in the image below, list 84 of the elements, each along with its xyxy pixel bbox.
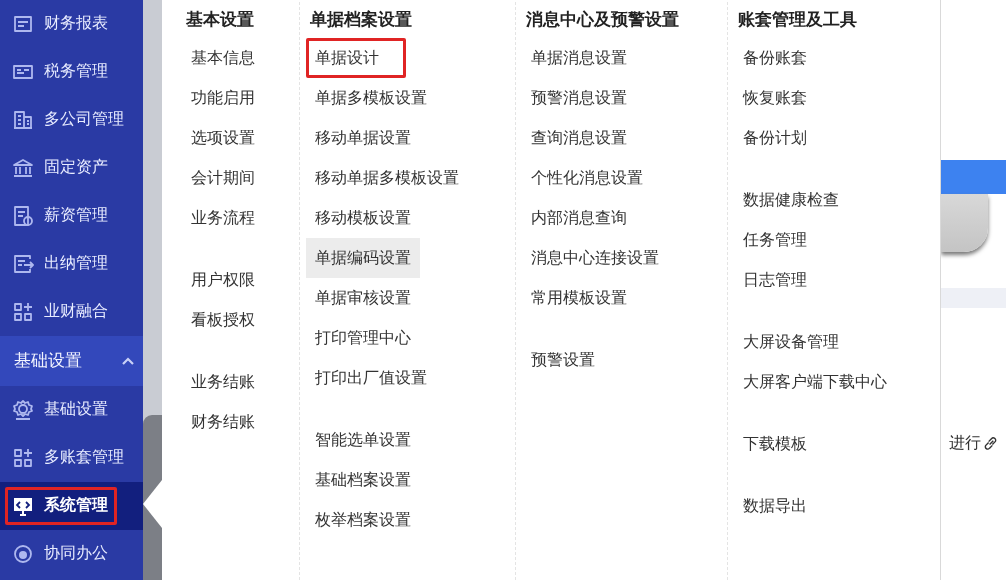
menu-link[interactable]: 用户权限 <box>182 260 264 300</box>
sidebar-label: 多账套管理 <box>44 447 124 469</box>
dialog-header <box>941 160 1006 194</box>
menu-link[interactable]: 枚举档案设置 <box>306 500 420 540</box>
sidebar-item[interactable]: 基础设置 <box>0 386 143 434</box>
menu-link[interactable]: 备份计划 <box>734 118 816 158</box>
dialog-panel <box>941 194 988 252</box>
menu-link[interactable]: 备份账套 <box>734 38 816 78</box>
page-text: 进行 <box>949 432 981 454</box>
column-heading: 基本设置 <box>185 8 255 32</box>
popover-pointer <box>143 480 162 528</box>
menu-link[interactable]: 功能启用 <box>182 78 264 118</box>
chevron-icon[interactable] <box>121 356 135 366</box>
sidebar-item[interactable]: 多账套管理 <box>0 434 143 482</box>
chat-icon <box>12 543 34 565</box>
section-label: 基础设置 <box>14 349 82 373</box>
menu-link[interactable]: 查询消息设置 <box>522 118 636 158</box>
sidebar-section[interactable]: 基础设置 <box>0 336 143 386</box>
monitor-icon <box>12 495 34 517</box>
sidebar-label: 协同办公 <box>44 543 108 565</box>
menu-link[interactable]: 数据健康检查 <box>734 180 848 220</box>
menu-link[interactable]: 基础档案设置 <box>306 460 420 500</box>
grid-plus-icon <box>12 301 34 323</box>
menu-link[interactable]: 基本信息 <box>182 38 264 78</box>
menu-link[interactable]: 数据导出 <box>734 486 816 526</box>
menu-link[interactable]: 打印管理中心 <box>306 318 420 358</box>
menu-link[interactable]: 单据编码设置 <box>306 238 420 278</box>
sidebar-label: 出纳管理 <box>44 253 108 275</box>
sidebar-item[interactable]: 出纳管理 <box>0 240 143 288</box>
menu-link[interactable]: 内部消息查询 <box>522 198 636 238</box>
light-band <box>941 288 1006 308</box>
menu-link[interactable]: 智能选单设置 <box>306 420 420 460</box>
menu-link[interactable]: 会计期间 <box>182 158 264 198</box>
sidebar-label: 薪资管理 <box>44 205 108 227</box>
menu-link[interactable]: 单据设计 <box>306 38 406 78</box>
menu-link[interactable]: 任务管理 <box>734 220 816 260</box>
menu-link[interactable]: 大屏客户端下载中心 <box>734 362 896 402</box>
sidebar-label: 固定资产 <box>44 157 108 179</box>
menu-link[interactable]: 下载模板 <box>734 424 816 464</box>
menu-link[interactable]: 业务结账 <box>182 362 264 402</box>
sidebar-label: 系统管理 <box>44 495 108 517</box>
menu-link[interactable]: 单据审核设置 <box>306 278 420 318</box>
menu-link[interactable]: 个性化消息设置 <box>522 158 652 198</box>
sidebar-label: 业财融合 <box>44 301 108 323</box>
column-heading: 消息中心及预警设置 <box>525 8 680 32</box>
menu-link[interactable]: 选项设置 <box>182 118 264 158</box>
link-icon[interactable] <box>983 435 998 451</box>
column-heading: 单据档案设置 <box>309 8 413 32</box>
menu-link[interactable]: 消息中心连接设置 <box>522 238 668 278</box>
sidebar-item[interactable]: 业财融合 <box>0 288 143 336</box>
sidebar-label: 税务管理 <box>44 61 108 83</box>
menu-link[interactable]: 财务结账 <box>182 402 264 442</box>
sidebar-item[interactable]: 系统管理 <box>0 482 143 530</box>
menu-link[interactable]: 常用模板设置 <box>522 278 636 318</box>
sidebar-label: 财务报表 <box>44 13 108 35</box>
sidebar-item[interactable]: 固定资产 <box>0 144 143 192</box>
grid-plus-icon <box>12 447 34 469</box>
export-icon <box>12 253 34 275</box>
menu-link[interactable]: 打印出厂值设置 <box>306 358 436 398</box>
sidebar-label: 多公司管理 <box>44 109 124 131</box>
menu-link[interactable]: 单据多模板设置 <box>306 78 436 118</box>
menu-link[interactable]: 移动模板设置 <box>306 198 420 238</box>
payroll-icon <box>12 205 34 227</box>
menu-link[interactable]: 恢复账套 <box>734 78 816 118</box>
menu-link[interactable]: 看板授权 <box>182 300 264 340</box>
report-icon <box>12 13 34 35</box>
menu-link[interactable]: 日志管理 <box>734 260 816 300</box>
menu-link[interactable]: 移动单据设置 <box>306 118 420 158</box>
menu-link[interactable]: 移动单据多模板设置 <box>306 158 468 198</box>
bank-icon <box>12 157 34 179</box>
building-icon <box>12 109 34 131</box>
sidebar-item[interactable]: 薪资管理 <box>0 192 143 240</box>
gear-icon <box>12 399 34 421</box>
column-heading: 账套管理及工具 <box>737 8 858 32</box>
menu-link[interactable]: 预警消息设置 <box>522 78 636 118</box>
sidebar-item[interactable]: 税务管理 <box>0 48 143 96</box>
sidebar-item[interactable]: 财务报表 <box>0 0 143 48</box>
menu-link[interactable]: 单据消息设置 <box>522 38 636 78</box>
menu-link[interactable]: 大屏设备管理 <box>734 322 848 362</box>
menu-link[interactable]: 预警设置 <box>522 340 604 380</box>
sidebar-label: 基础设置 <box>44 399 108 421</box>
menu-link[interactable]: 业务流程 <box>182 198 264 238</box>
sidebar-item[interactable]: 协同办公 <box>0 530 143 578</box>
sidebar-item[interactable]: 多公司管理 <box>0 96 143 144</box>
